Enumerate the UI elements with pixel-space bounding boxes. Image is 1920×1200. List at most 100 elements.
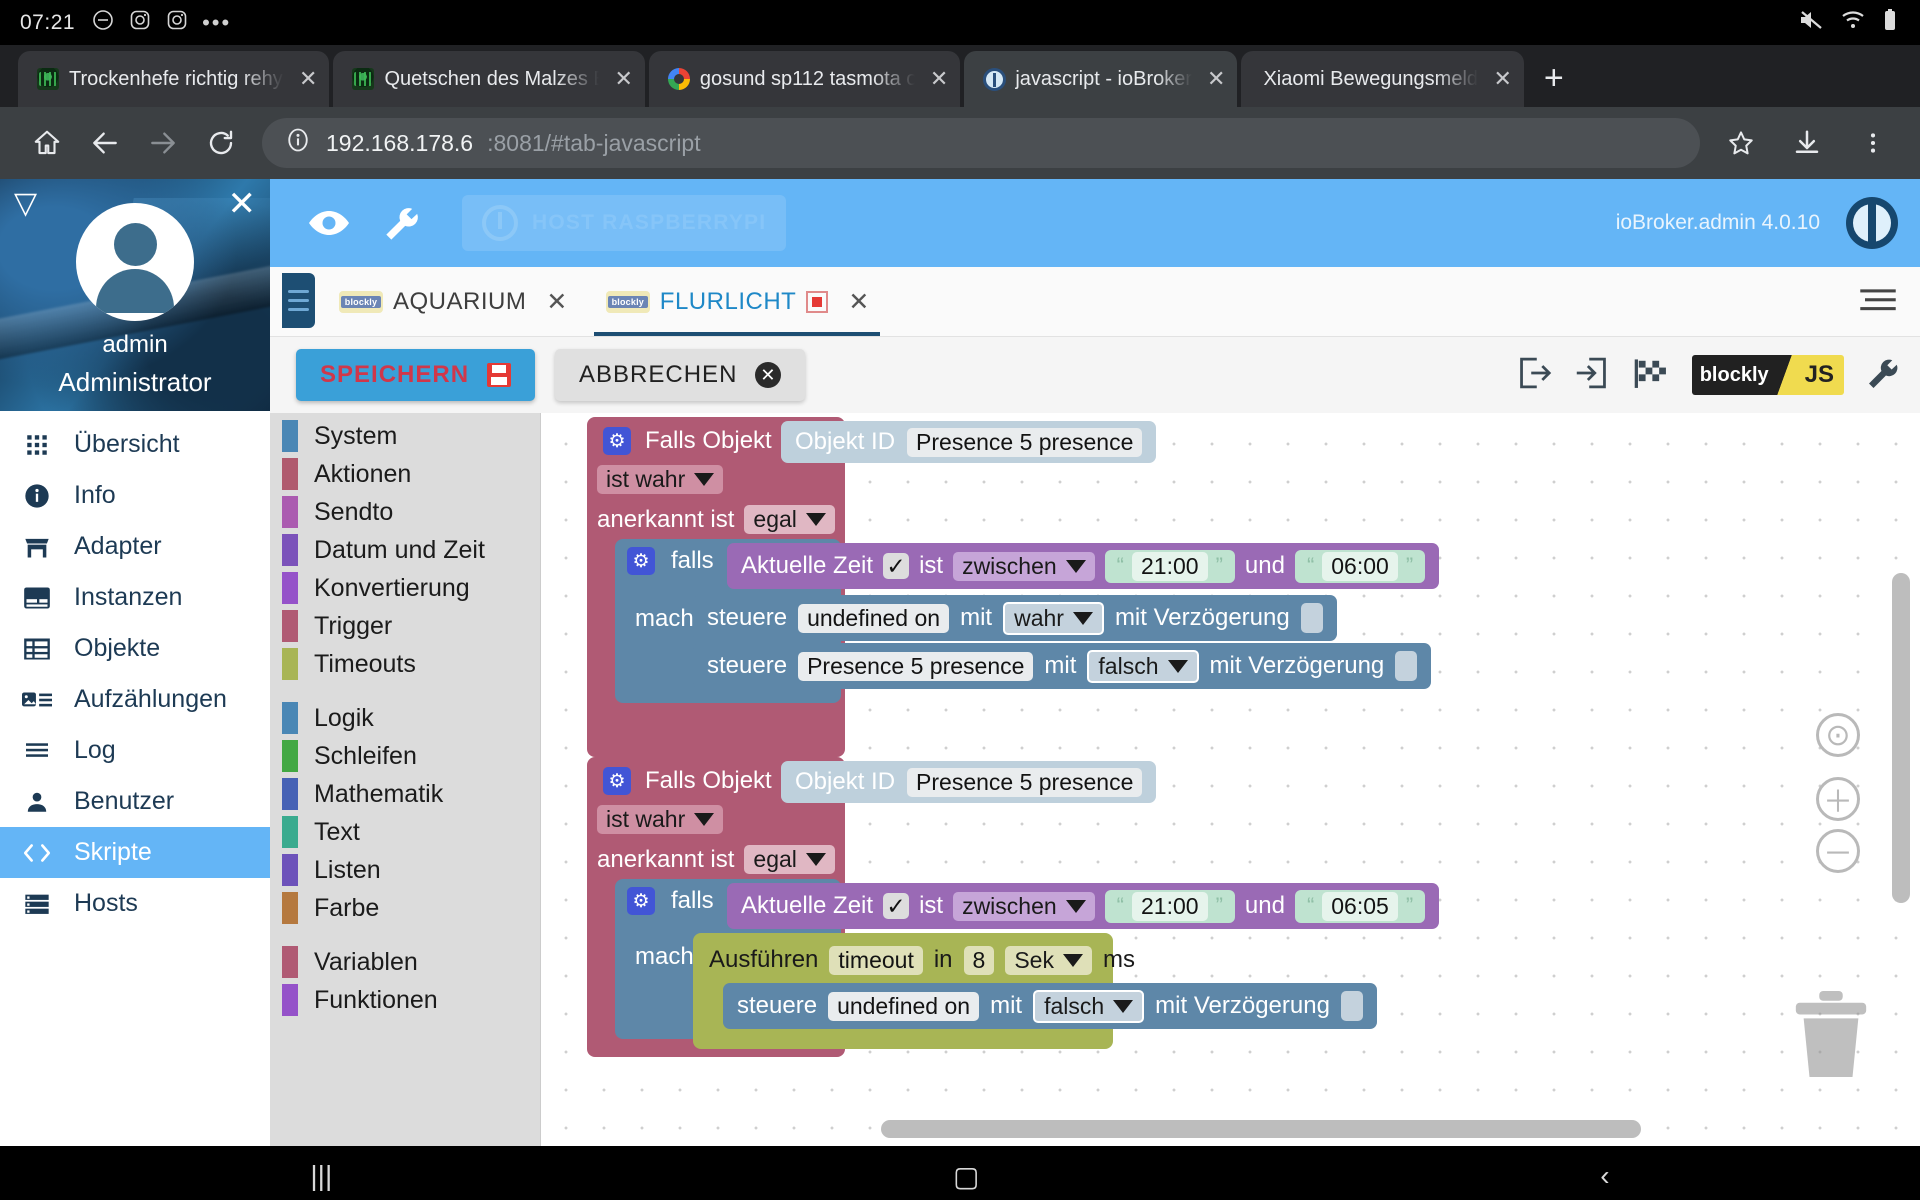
recents-button[interactable]: |||: [310, 1160, 332, 1192]
delay-socket[interactable]: [1395, 651, 1418, 681]
collapse-drawer-icon[interactable]: ▽: [14, 189, 37, 219]
script-tab-flurlicht[interactable]: blockly FLURLICHT ✕: [582, 267, 884, 336]
browser-tab[interactable]: Quetschen des Malzes Ba ✕: [333, 51, 645, 107]
toolbox-category-funktionen[interactable]: Funktionen: [270, 981, 540, 1019]
time-to-field[interactable]: “ 06:00 ”: [1294, 549, 1426, 583]
script-tab-aquarium[interactable]: blockly AQUARIUM ✕: [315, 267, 582, 336]
zoom-in-icon[interactable]: ＋: [1816, 777, 1860, 821]
close-icon[interactable]: ✕: [1207, 66, 1225, 92]
host-chip[interactable]: HOST RASPBERRYPI: [462, 195, 787, 251]
back-icon[interactable]: [76, 114, 134, 172]
value-dropdown[interactable]: wahr: [1003, 601, 1104, 635]
toolbox-category-konvertierung[interactable]: Konvertierung: [270, 569, 540, 607]
time-from-field[interactable]: “ 21:00 ”: [1104, 549, 1235, 583]
block-2-time-condition[interactable]: Aktuelle Zeit ✓ ist zwischen “ 21:00 ” u…: [727, 883, 1440, 929]
block-1-statement-2[interactable]: steuere Presence 5 presence mit falsch m…: [693, 643, 1432, 689]
toolbox-category-aktionen[interactable]: Aktionen: [270, 455, 540, 493]
time-from-value[interactable]: 21:00: [1132, 891, 1208, 921]
block-2-condition-dropdown[interactable]: ist wahr: [597, 805, 724, 834]
gear-icon[interactable]: ⚙: [627, 547, 655, 575]
value-dropdown[interactable]: falsch: [1087, 649, 1199, 683]
import-icon[interactable]: [1574, 356, 1610, 395]
toolbox-category-logik[interactable]: Logik: [270, 699, 540, 737]
toolbox-category-variablen[interactable]: Variablen: [270, 943, 540, 981]
info-icon[interactable]: [284, 126, 312, 160]
time-to-value[interactable]: 06:00: [1322, 551, 1398, 581]
toolbox-category-datum-und-zeit[interactable]: Datum und Zeit: [270, 531, 540, 569]
block-2-ack-row[interactable]: anerkannt ist egal: [597, 845, 835, 874]
block-1-condition-dropdown[interactable]: ist wahr: [597, 465, 724, 494]
browser-tab[interactable]: gosund sp112 tasmota ot ✕: [648, 51, 961, 107]
block-1-objectid-socket[interactable]: Objekt ID Presence 5 presence: [781, 421, 1157, 463]
block-2-nested-if-header[interactable]: ⚙ falls: [627, 887, 714, 915]
close-icon[interactable]: ✕: [930, 66, 948, 92]
toolbox-category-schleifen[interactable]: Schleifen: [270, 737, 540, 775]
address-bar[interactable]: 192.168.178.6:8081/#tab-javascript: [262, 118, 1700, 168]
horizontal-scrollbar[interactable]: [881, 1120, 1641, 1138]
forward-icon[interactable]: [134, 114, 192, 172]
ack-dropdown[interactable]: egal: [744, 845, 835, 874]
menu-icon[interactable]: [1844, 114, 1902, 172]
toolbox-category-mathematik[interactable]: Mathematik: [270, 775, 540, 813]
wrench-icon[interactable]: [366, 186, 440, 260]
time-to-field[interactable]: “ 06:05 ”: [1294, 889, 1426, 923]
block-1-time-condition[interactable]: Aktuelle Zeit ✓ ist zwischen “ 21:00 ” u…: [727, 543, 1440, 589]
objekt-id-value[interactable]: Presence 5 presence: [907, 427, 1143, 457]
sidebar-item-info[interactable]: Info: [0, 470, 270, 521]
time-to-value[interactable]: 06:05: [1322, 891, 1398, 921]
cancel-button[interactable]: ABBRECHEN ✕: [555, 349, 806, 401]
browser-tab[interactable]: Xiaomi Bewegungsmelder ✕: [1241, 51, 1524, 107]
sidebar-item-hosts[interactable]: Hosts: [0, 878, 270, 929]
home-icon[interactable]: [18, 114, 76, 172]
gear-icon[interactable]: ⚙: [603, 427, 631, 455]
block-2-header[interactable]: ⚙ Falls Objekt: [587, 757, 788, 805]
block-1-ack-row[interactable]: anerkannt ist egal: [597, 505, 835, 534]
sidebar-item-aufzaehlungen[interactable]: Aufzählungen: [0, 674, 270, 725]
block-2-statement-1[interactable]: steuere undefined on mit falsch mit Verz…: [723, 983, 1377, 1029]
sidebar-item-instanzen[interactable]: Instanzen: [0, 572, 270, 623]
sidebar-item-benutzer[interactable]: Benutzer: [0, 776, 270, 827]
toolbox-category-system[interactable]: System: [270, 417, 540, 455]
sidebar-item-log[interactable]: Log: [0, 725, 270, 776]
steuere-target[interactable]: Presence 5 presence: [798, 651, 1034, 681]
delay-socket[interactable]: [1300, 603, 1323, 633]
hamburger-icon[interactable]: [282, 273, 315, 328]
star-icon[interactable]: [1712, 114, 1770, 172]
blockly-js-toggle[interactable]: blockly JS: [1691, 355, 1844, 395]
reload-icon[interactable]: [192, 114, 250, 172]
gear-icon[interactable]: ⚙: [627, 887, 655, 915]
close-icon[interactable]: ✕: [546, 287, 567, 317]
time-checkbox[interactable]: ✓: [883, 893, 910, 919]
time-from-value[interactable]: 21:00: [1132, 551, 1208, 581]
new-tab-button[interactable]: +: [1544, 61, 1564, 95]
eye-icon[interactable]: [292, 186, 366, 260]
timeout-unit-dropdown[interactable]: Sek: [1005, 945, 1092, 975]
objekt-id-value[interactable]: Presence 5 presence: [907, 767, 1143, 797]
toolbox-category-farbe[interactable]: Farbe: [270, 889, 540, 927]
time-operator-dropdown[interactable]: zwischen: [953, 551, 1095, 581]
value-dropdown[interactable]: falsch: [1033, 989, 1145, 1023]
close-drawer-icon[interactable]: ✕: [228, 187, 257, 221]
timeout-value-field[interactable]: 8: [963, 945, 995, 975]
toolbox-category-trigger[interactable]: Trigger: [270, 607, 540, 645]
home-button[interactable]: ▢: [953, 1160, 979, 1193]
block-1-header[interactable]: ⚙ Falls Objekt: [587, 417, 788, 465]
save-button[interactable]: SPEICHERN: [296, 349, 536, 401]
block-1-nested-if-header[interactable]: ⚙ falls: [627, 547, 714, 575]
sidebar-item-skripte[interactable]: Skripte: [0, 827, 270, 878]
steuere-target[interactable]: undefined on: [798, 603, 950, 633]
blockly-canvas[interactable]: ⚙ Falls Objekt Objekt ID Presence 5 pres…: [540, 413, 1920, 1146]
ack-dropdown[interactable]: egal: [744, 505, 835, 534]
steuere-target[interactable]: undefined on: [828, 991, 980, 1021]
download-icon[interactable]: [1778, 114, 1836, 172]
sidebar-item-uebersicht[interactable]: Übersicht: [0, 419, 270, 470]
timeout-name-field[interactable]: timeout: [829, 945, 923, 975]
block-1-statement-1[interactable]: steuere undefined on mit wahr mit Verzög…: [693, 595, 1337, 641]
toolbox-category-sendto[interactable]: Sendto: [270, 493, 540, 531]
block-2-objectid-socket[interactable]: Objekt ID Presence 5 presence: [781, 761, 1157, 803]
flag-checkered-icon[interactable]: [1632, 356, 1670, 395]
toolbox-category-listen[interactable]: Listen: [270, 851, 540, 889]
list-menu-icon[interactable]: [1860, 287, 1896, 318]
export-icon[interactable]: [1516, 356, 1552, 395]
vertical-scrollbar[interactable]: [1892, 573, 1910, 903]
